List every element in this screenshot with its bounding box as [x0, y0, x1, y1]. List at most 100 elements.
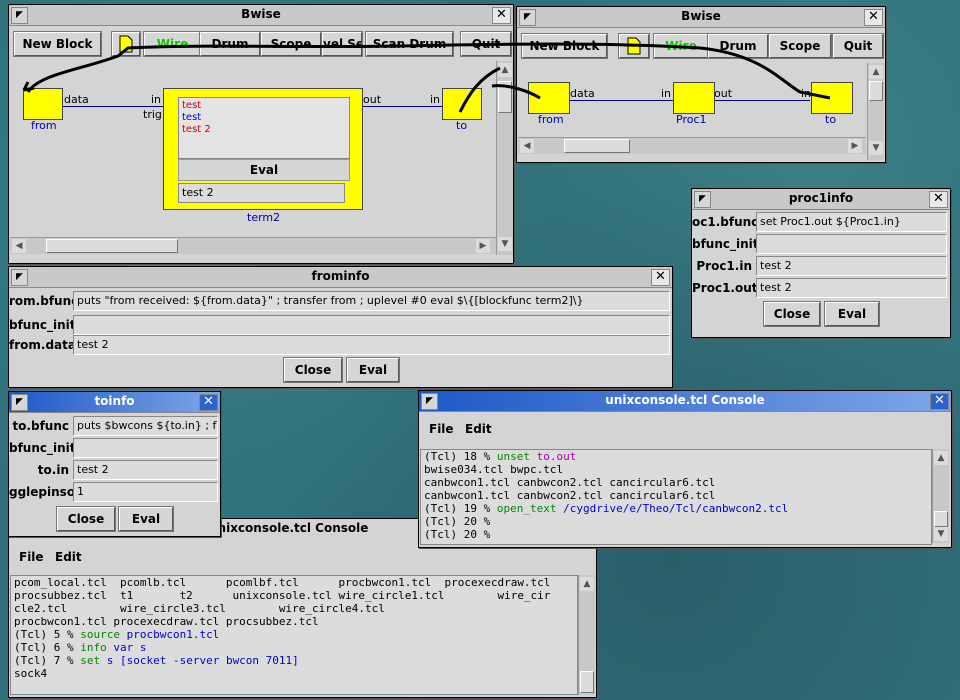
window-menu-icon[interactable]: ◤ — [11, 269, 28, 286]
quit-button[interactable]: Quit — [460, 31, 512, 57]
menu-edit[interactable]: Edit — [55, 550, 82, 564]
console-output[interactable]: pcom_local.tcl pcomlb.tcl pcomlbf.tcl pr… — [10, 575, 578, 695]
close-icon[interactable]: ✕ — [199, 394, 218, 411]
scroll-right-icon[interactable]: ▶ — [476, 239, 490, 253]
toinfo-title: toinfo — [94, 394, 135, 408]
scroll-left-icon[interactable]: ◀ — [12, 239, 26, 253]
eval-button[interactable]: Eval — [118, 506, 174, 532]
close-button[interactable]: Close — [283, 357, 343, 383]
scroll-thumb[interactable] — [564, 139, 630, 153]
block-from[interactable] — [23, 88, 63, 120]
bwise-window-2: ◤ Bwise ✕ New Block Wire Drum Scope Quit… — [516, 6, 886, 163]
horizontal-scrollbar[interactable]: ◀ ▶ — [518, 137, 866, 154]
from-data-field[interactable]: test 2 — [73, 335, 670, 355]
bwise-1-titlebar[interactable]: ◤ Bwise ✕ — [9, 5, 513, 26]
console-line: (Tcl) 19 % open_text /cygdrive/e/Theo/Tc… — [424, 502, 789, 515]
to-in-field[interactable]: test 2 — [73, 460, 218, 480]
new-block-button[interactable]: New Block — [13, 31, 102, 57]
block-from[interactable] — [528, 82, 570, 114]
console-right-titlebar[interactable]: ◤ unixconsole.tcl Console ✕ — [419, 391, 951, 412]
window-menu-icon[interactable]: ◤ — [11, 7, 28, 24]
scroll-up-icon[interactable]: ▲ — [580, 577, 594, 591]
scroll-left-icon[interactable]: ◀ — [520, 139, 534, 153]
term2-entry[interactable]: test 2 — [178, 183, 345, 203]
quit-button[interactable]: Quit — [832, 33, 884, 59]
window-menu-icon[interactable]: ◤ — [519, 9, 536, 26]
vertical-scrollbar[interactable]: ▲ ▼ — [496, 61, 513, 255]
block-term2[interactable]: test test test 2 Eval test 2 — [163, 88, 363, 210]
port-label-in: in — [661, 87, 672, 100]
scope-button[interactable]: Scope — [768, 33, 832, 59]
document-icon-button[interactable] — [618, 33, 650, 59]
close-icon[interactable]: ✕ — [929, 191, 948, 208]
eval-button[interactable]: Eval — [824, 301, 880, 327]
scroll-thumb[interactable] — [580, 671, 594, 693]
level-select-button[interactable]: vel Se — [321, 31, 363, 57]
close-button[interactable]: Close — [763, 301, 821, 327]
close-button[interactable]: Close — [56, 506, 116, 532]
field-label: gglepinson — [9, 485, 84, 499]
bfunc-field[interactable]: set Proc1.out ${Proc1.in} — [756, 212, 947, 232]
scroll-right-icon[interactable]: ▶ — [848, 139, 862, 153]
scan-drum-button[interactable]: Scan Drum — [365, 31, 454, 57]
port-label-out: out — [714, 87, 733, 100]
menu-edit[interactable]: Edit — [465, 422, 492, 436]
bfunc-field[interactable]: puts "from received: ${from.data}" ; tra… — [73, 291, 670, 311]
vertical-scrollbar[interactable]: ▲ — [578, 575, 595, 695]
scroll-down-icon[interactable]: ▼ — [934, 527, 948, 541]
wire-button[interactable]: Wire — [653, 33, 709, 59]
proc1-in-field[interactable]: test 2 — [756, 256, 947, 276]
menu-file[interactable]: File — [19, 550, 44, 564]
new-block-button[interactable]: New Block — [521, 33, 608, 59]
block-proc1[interactable] — [673, 82, 715, 114]
scroll-down-icon[interactable]: ▼ — [869, 141, 883, 155]
drum-button[interactable]: Drum — [707, 33, 769, 59]
term2-eval-button[interactable]: Eval — [178, 159, 350, 181]
eval-button[interactable]: Eval — [346, 357, 400, 383]
horizontal-scrollbar[interactable]: ◀ ▶ — [10, 237, 496, 254]
wire-button[interactable]: Wire — [143, 31, 202, 57]
vertical-scrollbar[interactable]: ▲ ▼ — [932, 449, 949, 543]
bfunc-init-field[interactable] — [756, 234, 947, 254]
proc1info-titlebar[interactable]: ◤ proc1info ✕ — [692, 189, 950, 210]
scope-button[interactable]: Scope — [260, 31, 322, 57]
console-line: canbwcon1.tcl canbwcon2.tcl cancircular6… — [424, 476, 716, 489]
console-output[interactable]: (Tcl) 18 % unset to.out bwise034.tcl bwpc… — [420, 449, 932, 545]
bwise-2-titlebar[interactable]: ◤ Bwise ✕ — [517, 7, 885, 28]
proc1-out-field[interactable]: test 2 — [756, 278, 947, 298]
close-icon[interactable]: ✕ — [930, 393, 949, 410]
close-icon[interactable]: ✕ — [651, 269, 670, 286]
drum-button[interactable]: Drum — [199, 31, 261, 57]
scroll-thumb[interactable] — [498, 81, 512, 113]
block-canvas[interactable]: from data in Proc1 out in to — [518, 63, 866, 137]
block-to[interactable] — [811, 82, 853, 114]
scroll-up-icon[interactable]: ▲ — [869, 65, 883, 79]
toinfo-titlebar[interactable]: ◤ toinfo ✕ — [9, 392, 220, 413]
window-menu-icon[interactable]: ◤ — [694, 191, 711, 208]
close-icon[interactable]: ✕ — [864, 9, 883, 26]
block-canvas[interactable]: from data in trig test test test 2 Eval … — [10, 61, 496, 237]
bfunc-field[interactable]: puts $bwcons ${to.in} ; flu — [73, 416, 218, 436]
bfunc-init-field[interactable] — [73, 315, 670, 335]
frominfo-window: ◤ frominfo ✕ rom.bfunc puts "from receiv… — [8, 266, 673, 388]
scroll-down-icon[interactable]: ▼ — [498, 237, 512, 251]
block-to[interactable] — [442, 88, 482, 120]
scroll-thumb[interactable] — [869, 81, 883, 101]
port-label-out: out — [363, 93, 382, 106]
window-menu-icon[interactable]: ◤ — [11, 394, 28, 411]
window-menu-icon[interactable]: ◤ — [421, 393, 438, 410]
scroll-thumb[interactable] — [934, 511, 948, 527]
vertical-scrollbar[interactable]: ▲ ▼ — [867, 63, 884, 160]
port-label-trig: trig — [143, 108, 162, 121]
toggle-pins-field[interactable]: 1 — [73, 482, 218, 502]
bfunc-init-field[interactable] — [73, 438, 218, 458]
scroll-thumb[interactable] — [46, 239, 178, 253]
scroll-up-icon[interactable]: ▲ — [498, 63, 512, 77]
scroll-up-icon[interactable]: ▲ — [934, 451, 948, 465]
frominfo-titlebar[interactable]: ◤ frominfo ✕ — [9, 267, 672, 288]
term2-text-area[interactable]: test test test 2 — [178, 97, 350, 159]
menu-file[interactable]: File — [429, 422, 454, 436]
document-icon-button[interactable] — [111, 31, 141, 57]
close-icon[interactable]: ✕ — [492, 7, 511, 24]
console-line: cle2.tcl wire_circle3.tcl wire_circle4.t… — [14, 602, 385, 615]
